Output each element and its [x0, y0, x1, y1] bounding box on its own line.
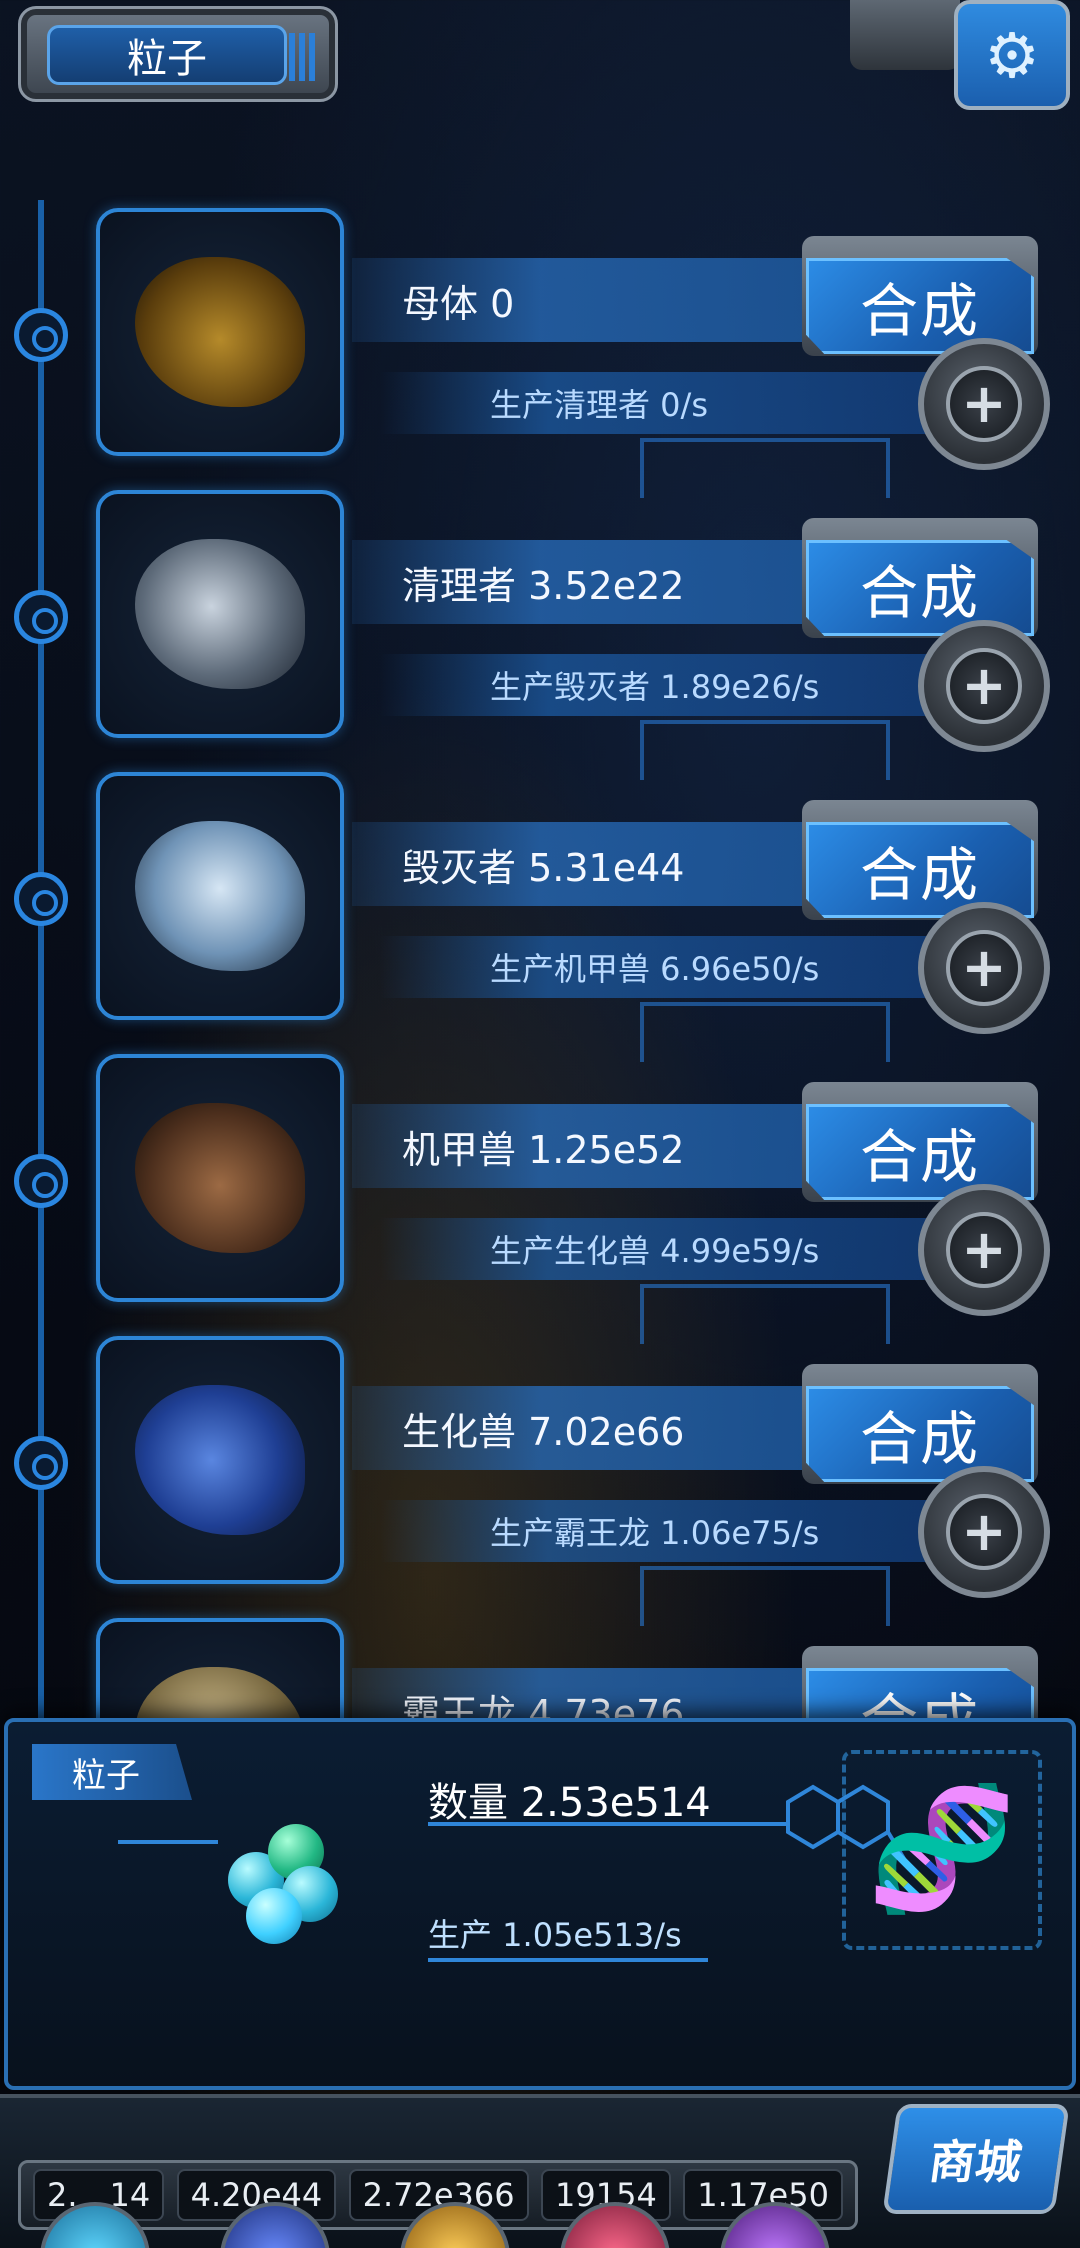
mecha-beast-creature-image [135, 1103, 305, 1253]
circuit-decoration [640, 1566, 890, 1626]
panel-title: 粒子 [32, 1744, 192, 1800]
production-rate: 生产生化兽 4.99e59/s [380, 1218, 940, 1280]
craft-button[interactable]: 合成 [802, 236, 1038, 356]
craft-button[interactable]: 合成 [802, 1364, 1038, 1484]
shop-button[interactable]: 商城 [882, 2104, 1070, 2214]
gear-icon: ⚙ [984, 18, 1040, 92]
creature-name: 机甲兽 1.25e52 [352, 1104, 822, 1188]
plus-icon: + [946, 930, 1022, 1006]
category-tab-label: 粒子 [47, 25, 287, 85]
particle-panel: 粒子 数量 2.53e514 生产 1.05e513/s 🧬 [4, 1718, 1076, 2090]
settings-button[interactable]: ⚙ [954, 0, 1070, 110]
production-rate: 生产毁灭者 1.89e26/s [380, 654, 940, 716]
dna-icon: 🧬 [842, 1750, 1042, 1950]
panel-underline [428, 1822, 788, 1826]
creature-portrait[interactable] [96, 1054, 344, 1302]
particle-production: 生产 1.05e513/s [428, 1916, 682, 1954]
add-button[interactable]: + [918, 338, 1050, 470]
creature-portrait[interactable] [96, 490, 344, 738]
circuit-decoration [640, 720, 890, 780]
particle-count: 数量 2.53e514 [428, 1780, 711, 1826]
circuit-decoration [640, 438, 890, 498]
creature-row-1: 清理者 3.52e22 合成 生产毁灭者 1.89e26/s + [0, 490, 1080, 780]
particle-icon [218, 1814, 358, 1954]
tab-decoration [289, 33, 317, 81]
add-button[interactable]: + [918, 620, 1050, 752]
circuit-decoration [640, 1002, 890, 1062]
plus-icon: + [946, 648, 1022, 724]
creature-portrait[interactable] [96, 1336, 344, 1584]
plus-icon: + [946, 366, 1022, 442]
add-button[interactable]: + [918, 1466, 1050, 1598]
creature-name: 清理者 3.52e22 [352, 540, 822, 624]
circuit-decoration [640, 1284, 890, 1344]
creature-row-4: 生化兽 7.02e66 合成 生产霸王龙 1.06e75/s + [0, 1336, 1080, 1626]
creature-row-0: 母体 0 合成 生产清理者 0/s + [0, 208, 1080, 498]
craft-button[interactable]: 合成 [802, 800, 1038, 920]
cleaner-creature-image [135, 539, 305, 689]
add-button[interactable]: + [918, 1184, 1050, 1316]
production-rate: 生产清理者 0/s [380, 372, 940, 434]
category-tab[interactable]: 粒子 [18, 6, 338, 102]
creature-name: 毁灭者 5.31e44 [352, 822, 822, 906]
production-rate: 生产霸王龙 1.06e75/s [380, 1500, 940, 1562]
production-rate: 生产机甲兽 6.96e50/s [380, 936, 940, 998]
creature-row-3: 机甲兽 1.25e52 合成 生产生化兽 4.99e59/s + [0, 1054, 1080, 1344]
craft-button[interactable]: 合成 [802, 518, 1038, 638]
panel-underline [428, 1958, 708, 1962]
panel-connector-line [118, 1840, 218, 1844]
creature-name: 母体 0 [352, 258, 822, 342]
matrix-creature-image [135, 257, 305, 407]
plus-icon: + [946, 1494, 1022, 1570]
craft-button[interactable]: 合成 [802, 1082, 1038, 1202]
creature-portrait[interactable] [96, 772, 344, 1020]
bio-beast-creature-image [135, 1385, 305, 1535]
creature-row-2: 毁灭者 5.31e44 合成 生产机甲兽 6.96e50/s + [0, 772, 1080, 1062]
creature-name: 生化兽 7.02e66 [352, 1386, 822, 1470]
destroyer-creature-image [135, 821, 305, 971]
creature-portrait[interactable] [96, 208, 344, 456]
add-button[interactable]: + [918, 902, 1050, 1034]
header-frame-decoration [850, 0, 960, 70]
plus-icon: + [946, 1212, 1022, 1288]
